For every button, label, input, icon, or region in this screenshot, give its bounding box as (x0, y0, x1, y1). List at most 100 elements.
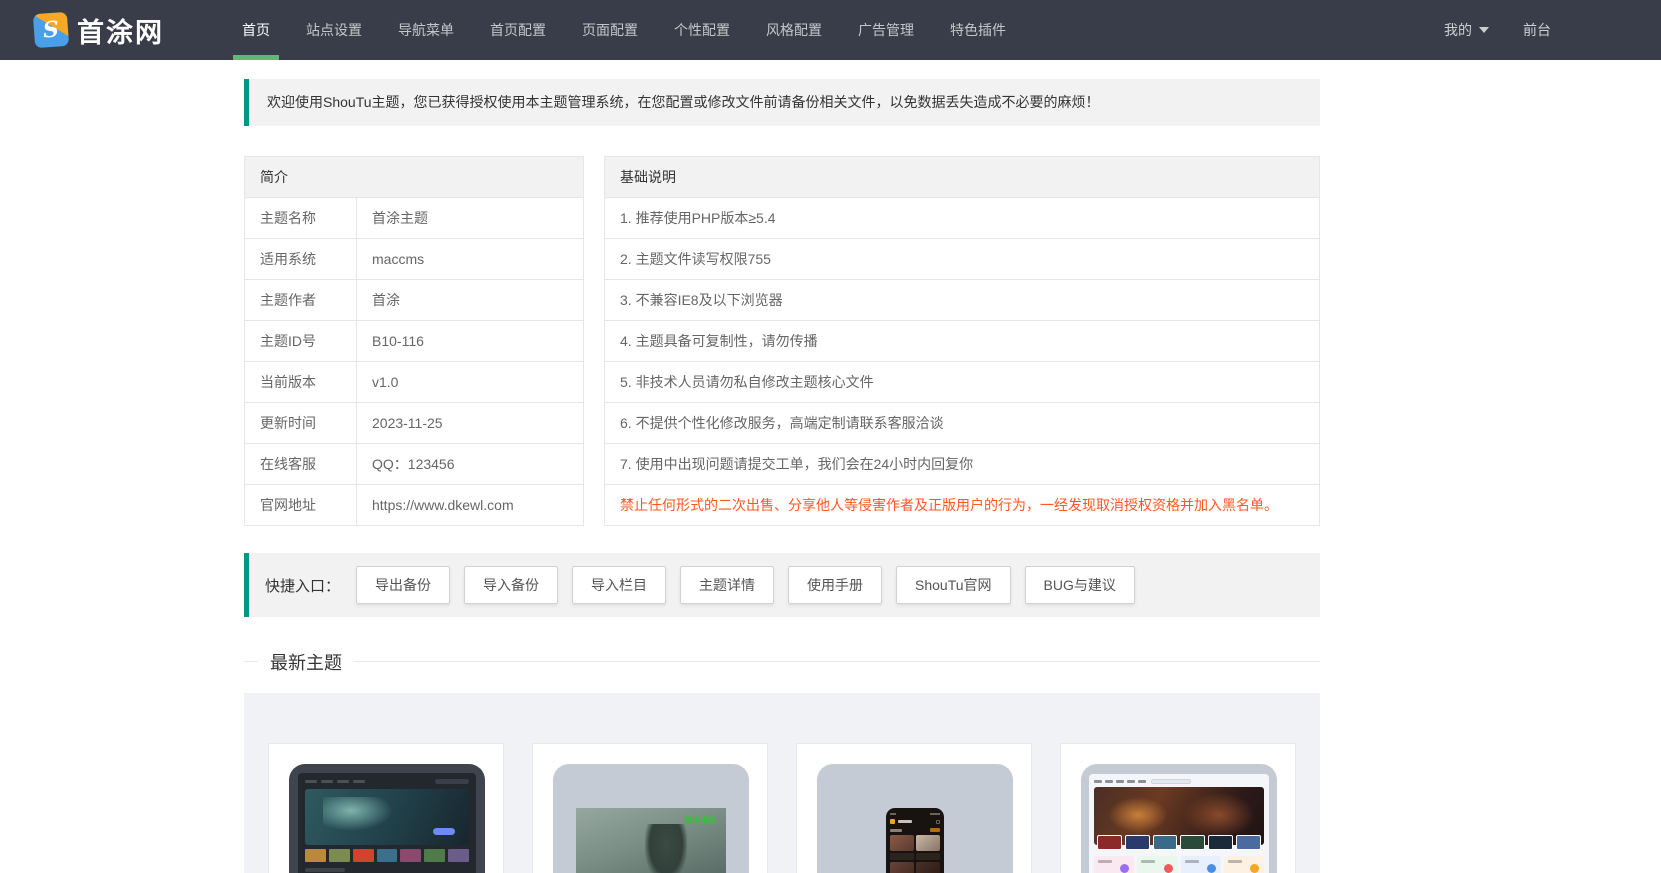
table-row: 官网地址 https://www.dkewl.com (244, 484, 584, 527)
theme-1-screen (298, 773, 476, 873)
table-row: 1. 推荐使用PHP版本≥5.4 (604, 197, 1320, 240)
user-manual-button[interactable]: 使用手册 (788, 566, 883, 605)
latest-themes-panel: 首涂模板 (244, 693, 1320, 873)
row-label: 官网地址 (244, 484, 357, 527)
message-icon (936, 819, 940, 824)
row-label: 主题名称 (244, 197, 357, 240)
table-header-row: 简介 (244, 156, 584, 199)
row-label: 当前版本 (244, 361, 357, 404)
theme-4-preview-image (1081, 764, 1277, 873)
welcome-text: 欢迎使用ShouTu主题，您已获得授权使用本主题管理系统，在您配置或修改文件前请… (267, 94, 1100, 110)
intro-table-title: 简介 (244, 156, 584, 199)
theme-card-2[interactable]: 首涂模板 (532, 743, 768, 873)
table-row: 4. 主题具备可复制性，请勿传播 (604, 320, 1320, 363)
note-text: 1. 推荐使用PHP版本≥5.4 (604, 197, 1320, 240)
brand-logo-icon: S (32, 11, 70, 49)
table-row: 在线客服 QQ：123456 (244, 443, 584, 486)
search-bar (1151, 778, 1191, 784)
frontend-link[interactable]: 前台 (1523, 20, 1551, 40)
theme-card-1[interactable] (268, 743, 504, 873)
brand-logo[interactable]: S 首涂网 (32, 0, 164, 60)
note-text: 2. 主题文件读写权限755 (604, 238, 1320, 281)
table-row: 6. 不提供个性化修改服务，高端定制请联系客服洽谈 (604, 402, 1320, 445)
nav-item-page-config[interactable]: 页面配置 (564, 0, 656, 60)
quick-entry-panel: 快捷入口： 导出备份 导入备份 导入栏目 主题详情 使用手册 ShouTu官网 … (244, 553, 1320, 618)
nav-item-label: 站点设置 (306, 22, 362, 38)
bug-suggestion-button[interactable]: BUG与建议 (1024, 566, 1135, 605)
nav-item-label: 导航菜单 (398, 22, 454, 38)
theme-2-player: 首涂模板 (576, 808, 726, 873)
nav-item-featured-plugins[interactable]: 特色插件 (932, 0, 1024, 60)
table-row: 3. 不兼容IE8及以下浏览器 (604, 279, 1320, 322)
app-logo-icon (890, 819, 895, 825)
nav-item-home[interactable]: 首页 (224, 0, 288, 60)
row-label: 主题ID号 (244, 320, 357, 363)
notes-table: 基础说明 1. 推荐使用PHP版本≥5.4 2. 主题文件读写权限755 3. … (604, 156, 1320, 527)
player-watermark: 首涂模板 (684, 816, 716, 826)
nav-item-label: 个性配置 (674, 22, 730, 38)
latest-themes-title: 最新主题 (258, 649, 354, 676)
table-row-warning: 禁止任何形式的二次出售、分享他人等侵害作者及正版用户的行为，一经发现取消授权资格… (604, 484, 1320, 527)
active-underline (233, 55, 279, 60)
table-row: 适用系统 maccms (244, 238, 584, 281)
theme-4-screen (1089, 774, 1269, 873)
nav-item-label: 特色插件 (950, 22, 1006, 38)
official-site-url: https://www.dkewl.com (356, 484, 584, 527)
row-label: 主题作者 (244, 279, 357, 322)
main-nav-menu: 首页 站点设置 导航菜单 首页配置 页面配置 个性配置 风格配置 广告管理 特色… (224, 0, 1024, 60)
notes-table-title: 基础说明 (604, 156, 1320, 199)
row-value: QQ：123456 (356, 443, 584, 486)
note-text: 6. 不提供个性化修改服务，高端定制请联系客服洽谈 (604, 402, 1320, 445)
play-button-pill (433, 828, 455, 836)
import-backup-button[interactable]: 导入备份 (464, 566, 559, 605)
export-backup-button[interactable]: 导出备份 (356, 566, 451, 605)
table-row: 2. 主题文件读写权限755 (604, 238, 1320, 281)
nav-item-site-settings[interactable]: 站点设置 (288, 0, 380, 60)
import-columns-button[interactable]: 导入栏目 (572, 566, 667, 605)
nav-item-label: 首页 (242, 22, 270, 38)
note-text: 5. 非技术人员请勿私自修改主题核心文件 (604, 361, 1320, 404)
row-value: 2023-11-25 (356, 402, 584, 445)
my-account-menu[interactable]: 我的 (1444, 20, 1489, 40)
theme-1-preview-image (289, 764, 485, 873)
note-text: 3. 不兼容IE8及以下浏览器 (604, 279, 1320, 322)
chevron-down-icon (1479, 27, 1489, 33)
nav-item-home-config[interactable]: 首页配置 (472, 0, 564, 60)
nav-item-personal-config[interactable]: 个性配置 (656, 0, 748, 60)
row-value: v1.0 (356, 361, 584, 404)
theme-3-phone (886, 808, 944, 873)
warning-note-text: 禁止任何形式的二次出售、分享他人等侵害作者及正版用户的行为，一经发现取消授权资格… (604, 484, 1320, 527)
latest-themes-divider: 最新主题 (244, 649, 1320, 676)
table-row: 7. 使用中出现问题请提交工单，我们会在24小时内回复你 (604, 443, 1320, 486)
intro-table: 简介 主题名称 首涂主题 适用系统 maccms 主题作者 首涂 主题ID号 B… (244, 156, 584, 527)
table-row: 主题作者 首涂 (244, 279, 584, 322)
nav-item-label: 广告管理 (858, 22, 914, 38)
note-text: 4. 主题具备可复制性，请勿传播 (604, 320, 1320, 363)
row-value: 首涂主题 (356, 197, 584, 240)
theme-details-button[interactable]: 主题详情 (680, 566, 775, 605)
quick-entry-label: 快捷入口： (265, 577, 341, 595)
nav-item-label: 页面配置 (582, 22, 638, 38)
note-text: 7. 使用中出现问题请提交工单，我们会在24小时内回复你 (604, 443, 1320, 486)
theme-card-4[interactable] (1060, 743, 1296, 873)
frontend-label: 前台 (1523, 22, 1551, 38)
row-value: B10-116 (356, 320, 584, 363)
row-label: 适用系统 (244, 238, 357, 281)
theme-card-3[interactable] (796, 743, 1032, 873)
row-value: 首涂 (356, 279, 584, 322)
nav-item-label: 风格配置 (766, 22, 822, 38)
theme-2-preview-image: 首涂模板 (553, 764, 749, 873)
brand-name: 首涂网 (77, 17, 164, 48)
my-account-label: 我的 (1444, 22, 1472, 38)
nav-item-ad-management[interactable]: 广告管理 (840, 0, 932, 60)
table-row: 5. 非技术人员请勿私自修改主题核心文件 (604, 361, 1320, 404)
table-row: 当前版本 v1.0 (244, 361, 584, 404)
row-value: maccms (356, 238, 584, 281)
nav-item-style-config[interactable]: 风格配置 (748, 0, 840, 60)
nav-item-nav-menu[interactable]: 导航菜单 (380, 0, 472, 60)
table-row: 更新时间 2023-11-25 (244, 402, 584, 445)
welcome-banner: 欢迎使用ShouTu主题，您已获得授权使用本主题管理系统，在您配置或修改文件前请… (244, 79, 1320, 127)
shoutu-official-site-button[interactable]: ShouTu官网 (896, 566, 1011, 605)
theme-3-preview-image (817, 764, 1013, 873)
row-label: 在线客服 (244, 443, 357, 486)
